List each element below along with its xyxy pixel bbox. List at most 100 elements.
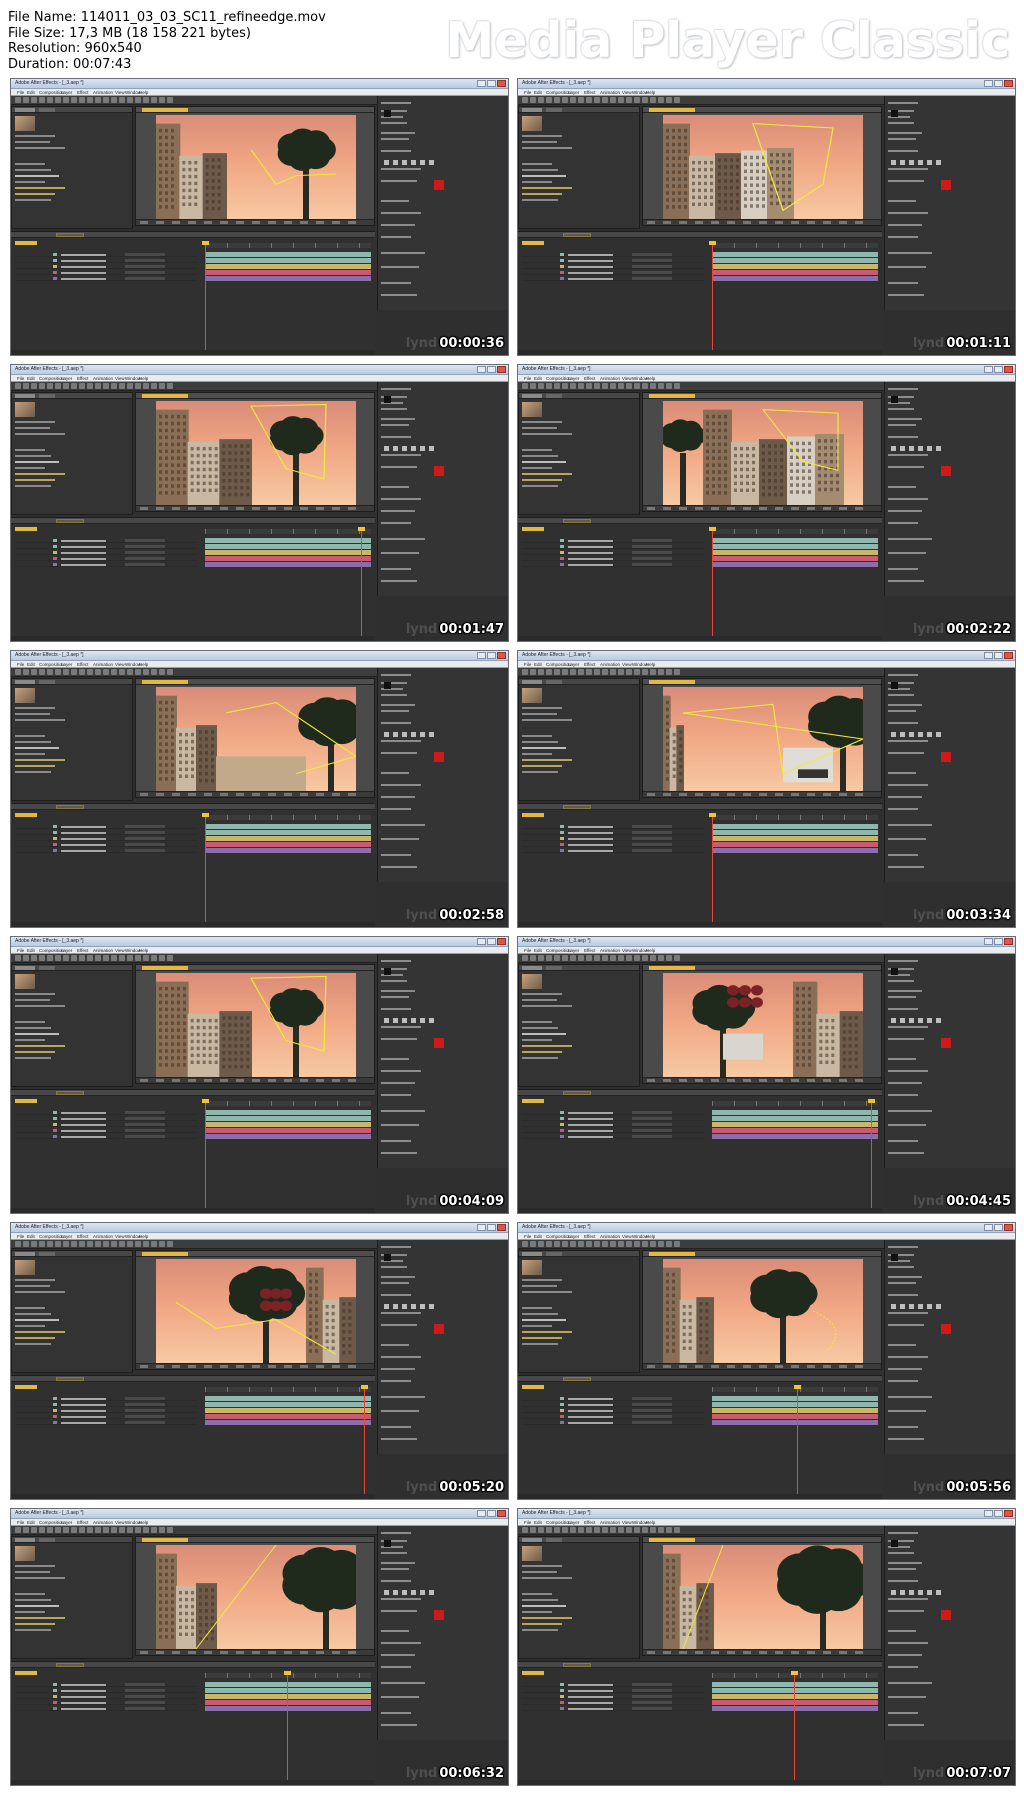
current-time-indicator — [202, 241, 209, 353]
layer-duration-bar — [205, 1396, 371, 1401]
panel-row — [381, 138, 409, 140]
panel-row — [888, 522, 918, 524]
window-title: Adobe After Effects - [_3.aep *] — [522, 652, 591, 658]
tool-icon — [151, 1527, 157, 1533]
panel-row — [381, 1356, 421, 1358]
project-item — [522, 1045, 572, 1047]
menu-item-help: Help — [646, 376, 656, 381]
tool-icon — [87, 1241, 93, 1247]
color-swatch — [941, 752, 951, 762]
panel-row — [381, 1380, 411, 1382]
tool-icon — [650, 1527, 656, 1533]
composition-viewer — [135, 678, 375, 798]
panel-row — [381, 1124, 419, 1126]
panel-row — [888, 122, 914, 124]
project-item — [15, 175, 59, 177]
layer-duration-bar — [712, 848, 878, 853]
timeline-layer-row — [522, 1706, 704, 1711]
tool-icon — [159, 1527, 165, 1533]
timeline-layer-row — [15, 1396, 197, 1401]
panel-row — [381, 960, 411, 962]
tool-icon — [71, 1527, 77, 1533]
tool-icon — [666, 383, 672, 389]
timecode-display — [522, 1671, 544, 1675]
project-panel — [11, 392, 133, 515]
menu-bar: File Edit Composition Layer Effect Animation V… — [11, 1233, 508, 1240]
info-panels — [377, 668, 508, 882]
panel-row — [381, 1552, 407, 1554]
close-icon — [497, 1510, 506, 1517]
panel-row — [381, 1598, 421, 1600]
menu-item-edit: Edit — [27, 662, 35, 667]
project-item — [522, 467, 552, 469]
tool-icon — [167, 97, 173, 103]
layer-duration-bar — [205, 1408, 371, 1413]
project-item — [15, 747, 59, 749]
playback-control-icon — [429, 732, 434, 737]
tool-icon — [586, 383, 592, 389]
tool-icon — [143, 383, 149, 389]
video-thumbnail: Adobe After Effects - [_3.aep *] File Edit… — [517, 364, 1016, 642]
lynda-logo: lynd — [405, 908, 438, 923]
menu-item-layer: Layer — [61, 662, 73, 667]
menu-item-effect: Effect — [584, 1234, 596, 1239]
tool-icon — [79, 955, 85, 961]
panel-row — [888, 1438, 924, 1440]
video-thumbnail: Adobe After Effects - [_3.aep *] File Edit… — [10, 1222, 509, 1500]
project-item — [15, 1285, 50, 1287]
timeline-layer-row — [15, 1128, 197, 1133]
panel-row — [381, 418, 415, 420]
menu-item-view: View — [115, 1520, 125, 1525]
panel-row — [381, 674, 411, 676]
tool-icon — [578, 955, 584, 961]
playback-control-icon — [927, 1018, 932, 1023]
timeline-layer-row — [15, 1688, 197, 1693]
menu-item-effect: Effect — [77, 376, 89, 381]
tool-icon — [15, 1241, 21, 1247]
project-item — [522, 735, 552, 737]
tool-icon — [87, 97, 93, 103]
tool-icon — [167, 383, 173, 389]
project-item — [15, 187, 65, 189]
frame-timestamp: lynd 00:01:47 — [406, 622, 504, 638]
project-item — [522, 163, 552, 165]
window-title-bar: Adobe After Effects - [_3.aep *] — [518, 651, 1015, 661]
lynda-logo: lynd — [912, 908, 945, 923]
tool-icon — [95, 1241, 101, 1247]
project-item — [15, 1051, 55, 1053]
timeline-layer-row — [15, 1122, 197, 1127]
window-title: Adobe After Effects - [_3.aep *] — [15, 652, 84, 658]
panel-row — [888, 752, 924, 754]
tool-icon — [79, 97, 85, 103]
panel-row — [381, 552, 419, 554]
panel-row — [381, 486, 409, 488]
project-item — [522, 199, 558, 201]
menu-item-view: View — [622, 948, 632, 953]
tool-icon — [135, 955, 141, 961]
frame-timestamp: lynd 00:02:58 — [406, 908, 504, 924]
tool-icon — [159, 383, 165, 389]
info-panels — [377, 1240, 508, 1454]
tool-icon — [47, 955, 53, 961]
layer-duration-bar — [712, 270, 878, 275]
playback-control-icon — [909, 1018, 914, 1023]
menu-item-animation: Animation — [600, 1520, 621, 1525]
current-time-indicator — [202, 1099, 209, 1211]
timeline-layer-row — [522, 848, 704, 853]
close-icon — [1004, 1224, 1013, 1231]
timestamp-text: 00:00:36 — [439, 336, 504, 351]
panel-row — [381, 710, 409, 712]
maximize-icon — [487, 1510, 496, 1517]
timeline-layer-row — [522, 1408, 704, 1413]
panel-row — [381, 1642, 421, 1644]
project-item — [522, 1611, 552, 1613]
tool-icon — [618, 955, 624, 961]
tool-icon — [626, 669, 632, 675]
time-ruler — [712, 815, 878, 820]
menu-item-help: Help — [139, 376, 149, 381]
panel-row — [888, 580, 924, 582]
tool-icon — [570, 1241, 576, 1247]
panel-row — [888, 252, 932, 254]
playback-control-icon — [900, 446, 905, 451]
tool-icon — [666, 955, 672, 961]
